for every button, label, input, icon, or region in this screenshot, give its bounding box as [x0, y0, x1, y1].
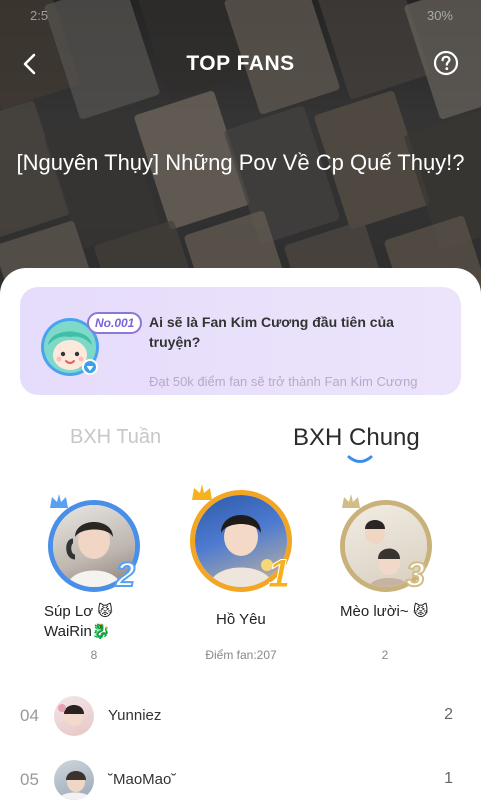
fan-name: Súp Lơ 😾 WaiRin🐉	[44, 603, 113, 640]
rank-number: 04	[20, 706, 39, 725]
rank-number: 1	[267, 552, 291, 597]
top-three-podium: 2 Súp Lơ 😾 WaiRin🐉 8 1 Hồ Yêu Điểm fan:2…	[0, 484, 481, 688]
status-bar: 2:5 30%	[0, 6, 481, 28]
diamond-fan-banner: No.001 Ai sẽ là Fan Kim Cương đầu tiên c…	[20, 287, 461, 395]
tab-overall[interactable]: BXH Chung	[293, 424, 420, 452]
tab-weekly[interactable]: BXH Tuần	[70, 426, 161, 449]
help-button[interactable]	[433, 50, 459, 76]
fan-score: 1	[444, 770, 453, 787]
fan-points: Điểm fan:207	[205, 648, 277, 662]
avatar	[54, 696, 94, 736]
status-battery: 30%	[426, 8, 453, 23]
avatar	[54, 760, 94, 800]
rank-number: 05	[20, 770, 39, 789]
top-bar: TOP FANS	[0, 44, 481, 84]
rank-badge: No.001	[87, 312, 143, 334]
story-title: [Nguyên Thụy] Những Pov Về Cp Quế Thụy!?	[16, 150, 465, 175]
crown-icon	[50, 494, 68, 508]
active-tab-indicator	[347, 455, 373, 463]
banner-headline: Ai sẽ là Fan Kim Cương đầu tiên của truy…	[149, 314, 394, 350]
question-circle-icon	[433, 50, 459, 76]
fan-points: 2	[381, 648, 389, 662]
leaderboard-sheet: No.001 Ai sẽ là Fan Kim Cương đầu tiên c…	[0, 268, 481, 805]
fan-name: ˘MaoMao˘	[108, 771, 177, 788]
fan-score: 2	[444, 706, 453, 723]
rank-number: 3	[405, 555, 426, 595]
ranking-tabs: BXH Tuần BXH Chung	[0, 424, 481, 464]
list-item[interactable]: 05 ˘MaoMao˘ 1	[0, 750, 481, 805]
rank-number: 2	[115, 555, 136, 595]
banner-subtitle: Đạt 50k điểm fan sẽ trở thành Fan Kim Cư…	[149, 374, 418, 389]
fan-points: 8	[90, 648, 98, 662]
crown-icon	[342, 494, 360, 508]
page-title: TOP FANS	[186, 52, 295, 75]
fan-name: Yunniez	[108, 707, 162, 724]
crown-icon	[192, 484, 212, 500]
fan-name: Hồ Yêu	[216, 611, 266, 628]
list-item[interactable]: 04 Yunniez 2	[0, 686, 481, 746]
fan-name: Mèo lười~ 😾	[340, 603, 429, 620]
status-time: 2:5	[30, 8, 49, 23]
